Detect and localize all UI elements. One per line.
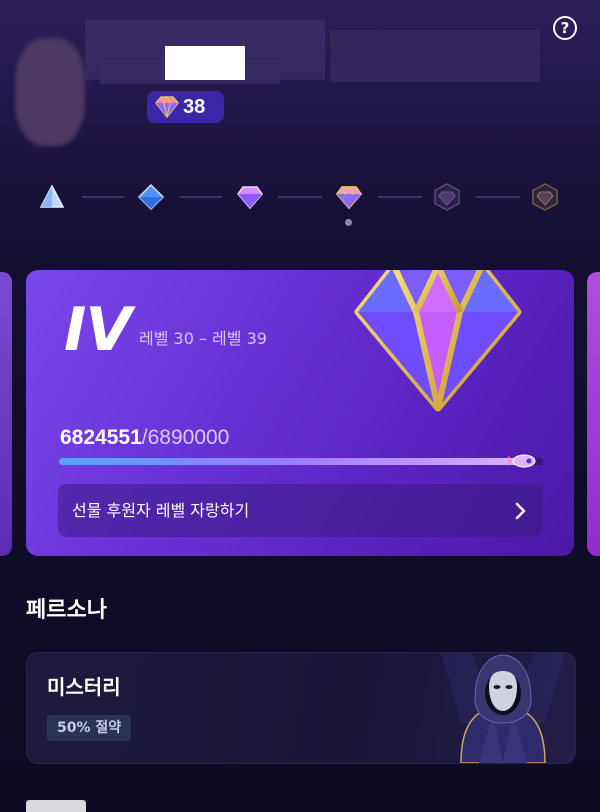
level-progress-fill [59, 458, 529, 465]
help-button[interactable]: ? [553, 16, 577, 40]
tier-3-icon[interactable] [236, 183, 264, 211]
tier-connector [378, 196, 422, 198]
persona-section-title: 페르소나 [26, 598, 107, 623]
tier-5-icon[interactable] [433, 183, 461, 211]
tier-connector [476, 196, 520, 198]
avatar[interactable] [15, 38, 85, 146]
level-badge[interactable]: 38 [147, 91, 224, 123]
persona-discount-badge: 50% 절약 [47, 715, 132, 741]
current-tier-indicator [345, 219, 352, 226]
next-level-card[interactable] [587, 272, 600, 556]
share-level-button[interactable]: 선물 후원자 레벨 자랑하기 [58, 484, 542, 537]
question-circle-icon: ? [560, 19, 570, 37]
tier-6-icon[interactable] [531, 183, 559, 211]
previous-level-card[interactable] [0, 272, 12, 556]
redacted-highlight [165, 46, 245, 80]
persona-title: 미스터리 [47, 675, 121, 699]
points-total: /6890000 [141, 426, 230, 449]
share-level-label: 선물 후원자 레벨 자랑하기 [72, 500, 250, 520]
redacted-info-area [330, 30, 540, 82]
points-progress: 6824551/6890000 [60, 423, 229, 453]
persona-card[interactable]: 미스터리 50% 절약 [26, 652, 576, 764]
level-card[interactable]: IV 레벨 30 – 레벨 39 6824551/6890000 선물 후원자 … [26, 270, 574, 556]
level-range: 레벨 30 – 레벨 39 [139, 329, 267, 348]
tier-2-icon[interactable] [137, 183, 165, 211]
next-section-title-peek [26, 800, 86, 812]
tier-4-icon[interactable] [335, 183, 363, 211]
level-progress-bar [59, 454, 543, 468]
tier-connector [278, 196, 322, 198]
level-numeral: IV [64, 295, 132, 365]
gem-badge-icon [155, 96, 179, 118]
tier-1-icon[interactable] [38, 183, 66, 211]
profile-header [0, 0, 560, 150]
hooded-mask-figure-icon [441, 653, 565, 763]
tier-connector [82, 196, 124, 198]
tier-connector [180, 196, 222, 198]
points-current: 6824551 [60, 426, 142, 449]
large-diamond-icon [354, 270, 522, 412]
chevron-right-icon [515, 502, 526, 519]
badge-count: 38 [183, 96, 206, 118]
rocket-icon [508, 454, 536, 468]
